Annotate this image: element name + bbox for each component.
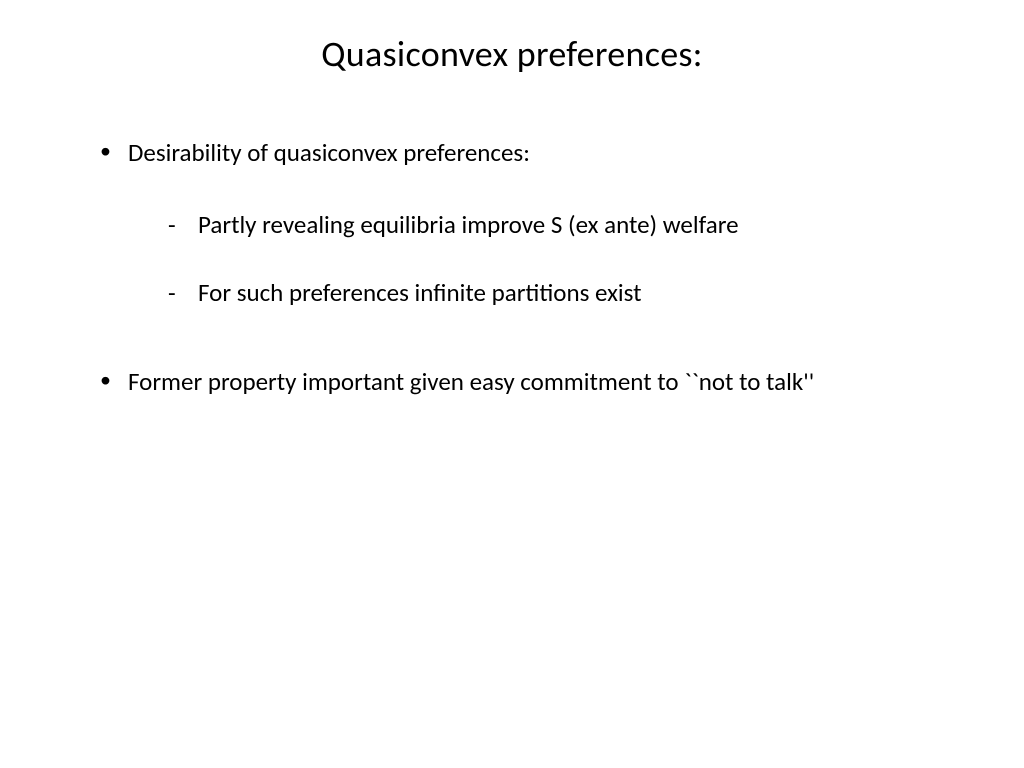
sub-item: For such preferences infinite partitions…	[168, 276, 964, 310]
sub-list: Partly revealing equilibria improve S (e…	[128, 208, 964, 310]
sub-item: Partly revealing equilibria improve S (e…	[168, 208, 964, 242]
bullet-text: Desirability of quasiconvex preferences:	[128, 137, 530, 168]
sub-text: For such preferences infinite partitions…	[198, 277, 642, 308]
slide-container: Quasiconvex preferences: Desirability of…	[0, 0, 1024, 768]
slide-title: Quasiconvex preferences:	[200, 32, 824, 76]
bullet-item: Desirability of quasiconvex preferences:…	[100, 136, 964, 309]
bullet-item: Former property important given easy com…	[100, 365, 964, 399]
sub-text: Partly revealing equilibria improve S (e…	[198, 209, 739, 240]
bullet-list: Desirability of quasiconvex preferences:…	[60, 136, 964, 399]
bullet-text: Former property important given easy com…	[128, 366, 814, 397]
